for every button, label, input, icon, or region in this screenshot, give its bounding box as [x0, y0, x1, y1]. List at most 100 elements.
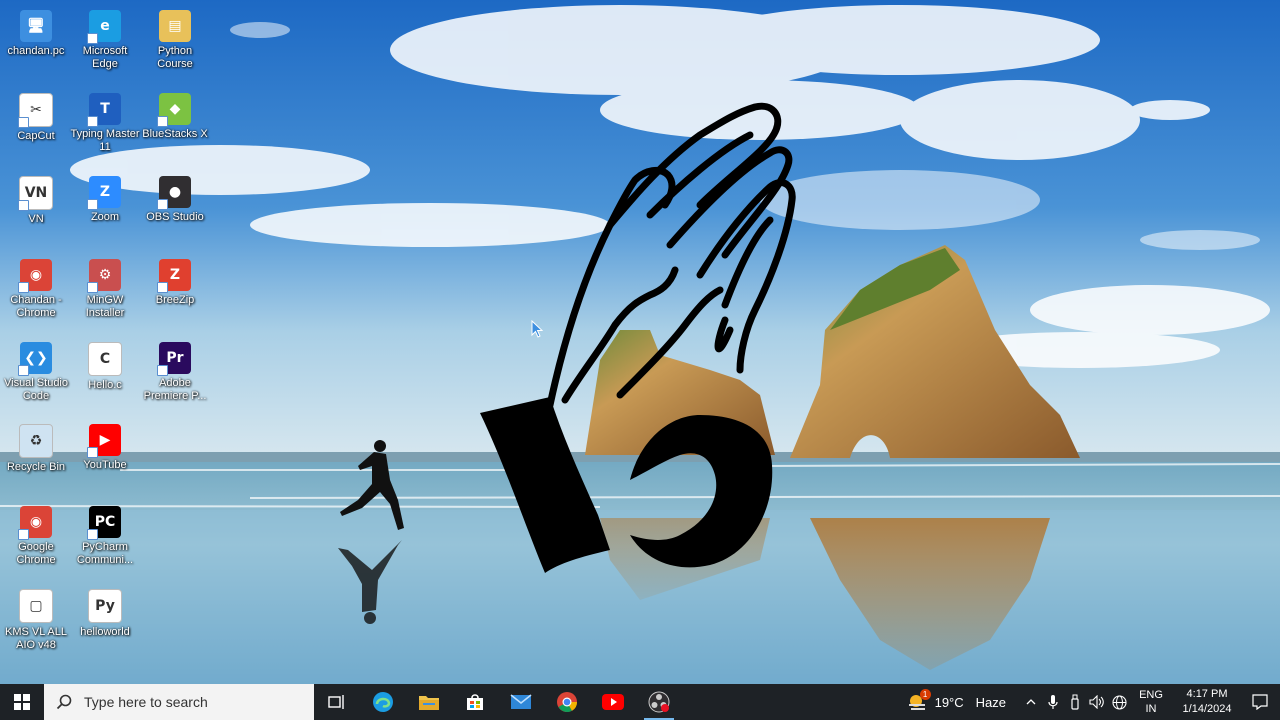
desktop-icon-label: YouTube [83, 459, 127, 471]
chrome-icon: ◉ [18, 506, 52, 540]
chrome-icon [557, 692, 578, 713]
weather-widget[interactable]: 1 19°C Haze [907, 689, 1006, 712]
usb-tray-button[interactable] [1064, 684, 1086, 720]
task-view-icon [328, 695, 344, 709]
desktop-icon-vn[interactable]: VN VN [0, 170, 72, 246]
desktop-icon-mingw-installer[interactable]: ⚙ MinGW Installer [69, 253, 141, 329]
desktop-icon-label: CapCut [17, 130, 55, 142]
usb-drive-icon [1071, 694, 1079, 710]
this-pc-icon: 🖥 [20, 10, 52, 42]
desktop-icon-pycharm-communi[interactable]: PC PyCharm Communi... [69, 500, 141, 576]
system-tray: 1 19°C Haze ENG IN 4:17 PM 1/14/2024 [907, 684, 1280, 720]
taskbar-search-box[interactable] [44, 684, 314, 720]
script-file-icon: ▢ [19, 589, 53, 623]
desktop-icon-label: Recycle Bin [6, 461, 66, 473]
pycharm-icon: PC [87, 506, 121, 540]
chevron-up-icon [1026, 699, 1036, 705]
microphone-icon [1048, 695, 1058, 709]
edge-icon [373, 692, 393, 712]
desktop-icon-typing-master-11[interactable]: T Typing Master 11 [69, 87, 141, 163]
vn-icon: VN [18, 176, 53, 211]
language-region: IN [1145, 703, 1157, 715]
search-icon [56, 694, 72, 710]
desktop-icon-recycle-bin[interactable]: ♻ Recycle Bin [0, 418, 72, 494]
task-view-button[interactable] [314, 684, 360, 720]
desktop-icon-label: Chandan - Chrome [10, 294, 62, 319]
desktop-icon-visual-studio-code[interactable]: ❮❯ Visual Studio Code [0, 336, 72, 412]
breezip-icon: Z [157, 259, 191, 293]
taskbar-mail[interactable] [498, 684, 544, 720]
globe-network-icon [1111, 694, 1127, 710]
youtube-icon: ▶ [87, 424, 121, 458]
desktop-icon-chandan-pc[interactable]: 🖥 chandan.pc [0, 4, 72, 80]
taskbar-obs[interactable] [636, 684, 682, 720]
action-center-button[interactable] [1240, 684, 1280, 720]
language-code: ENG [1139, 689, 1163, 701]
taskbar-file-explorer[interactable] [406, 684, 452, 720]
volume-tray-button[interactable] [1086, 684, 1108, 720]
desktop-icon-youtube[interactable]: ▶ YouTube [69, 418, 141, 494]
desktop-icon-capcut[interactable]: ✂ CapCut [0, 87, 72, 163]
network-tray-button[interactable] [1108, 684, 1130, 720]
desktop-icon-label: BlueStacks X [142, 128, 208, 140]
desktop-icon-chandan-chrome[interactable]: ◉ Chandan - Chrome [0, 253, 72, 329]
microphone-tray-button[interactable] [1042, 684, 1064, 720]
desktop-icon-label: KMS VL ALL AIO v48 [5, 626, 67, 651]
desktop-icon-microsoft-edge[interactable]: e Microsoft Edge [69, 4, 141, 80]
speaker-icon [1089, 695, 1104, 709]
zoom-icon: Z [87, 176, 121, 210]
show-hidden-icons-button[interactable] [1020, 684, 1042, 720]
desktop-icon-python-course[interactable]: ▤ Python Course [139, 4, 211, 80]
desktop-icon-label: PyCharm Communi... [76, 541, 134, 566]
taskbar-edge[interactable] [360, 684, 406, 720]
recycle-bin-icon: ♻ [19, 424, 53, 458]
desktop-icon-label: Microsoft Edge [82, 45, 128, 70]
desktop-icon-label: chandan.pc [7, 45, 65, 57]
desktop-icon-label: helloworld [80, 626, 130, 638]
desktop-icon-bluestacks-x[interactable]: ◆ BlueStacks X [139, 87, 211, 163]
desktop-icon-adobe-premiere-p[interactable]: Pr Adobe Premiere P... [139, 336, 211, 412]
c-file-icon: C [88, 342, 122, 376]
windows-logo-icon [14, 694, 30, 710]
desktop-icon-label: Google Chrome [16, 541, 56, 566]
desktop-icon-kms-vl-all-aio-v48[interactable]: ▢ KMS VL ALL AIO v48 [0, 583, 72, 659]
chrome-profile-icon: ◉ [18, 259, 52, 293]
desktop-icon-label: Typing Master 11 [70, 128, 140, 153]
desktop-icon-label: Visual Studio Code [3, 377, 68, 402]
obs-icon [648, 691, 670, 713]
desktop-icon-zoom[interactable]: Z Zoom [69, 170, 141, 246]
desktop-icon-label: Adobe Premiere P... [143, 377, 207, 402]
taskbar-store[interactable] [452, 684, 498, 720]
weather-alert-badge: 1 [919, 689, 931, 700]
notification-icon [1252, 694, 1268, 710]
file-explorer-icon [419, 696, 439, 710]
clock-date: 1/14/2024 [1182, 703, 1232, 715]
mail-icon [510, 694, 532, 709]
vscode-icon: ❮❯ [18, 342, 52, 376]
weather-temperature: 19°C [934, 694, 964, 710]
praying-hands-graphic [470, 95, 810, 590]
desktop-icon-label: BreeZip [155, 294, 195, 306]
weather-condition: Haze [975, 694, 1006, 710]
input-language-indicator[interactable]: ENG IN [1134, 688, 1168, 716]
desktop-icon-helloworld[interactable]: Py helloworld [69, 583, 141, 659]
desktop-icon-breezip[interactable]: Z BreeZip [139, 253, 211, 329]
mingw-icon: ⚙ [87, 259, 121, 293]
desktop-icon-label: OBS Studio [146, 211, 204, 223]
store-icon [467, 694, 483, 710]
search-input[interactable] [82, 693, 306, 711]
taskbar: 1 19°C Haze [0, 684, 1280, 720]
start-button[interactable] [0, 684, 44, 720]
clock-time: 4:17 PM [1186, 688, 1228, 700]
mouse-cursor-icon [531, 319, 544, 343]
capcut-icon: ✂ [18, 93, 53, 128]
taskbar-chrome[interactable] [544, 684, 590, 720]
typing-master-icon: T [87, 93, 121, 127]
desktop-icon-google-chrome[interactable]: ◉ Google Chrome [0, 500, 72, 576]
taskbar-youtube[interactable] [590, 684, 636, 720]
desktop-icon-hello-c[interactable]: C Hello.c [69, 336, 141, 412]
desktop-icon-obs-studio[interactable]: ● OBS Studio [139, 170, 211, 246]
desktop-icon-label: VN [28, 213, 44, 225]
desktop-icon-label: Zoom [90, 211, 120, 223]
taskbar-clock[interactable]: 4:17 PM 1/14/2024 [1174, 687, 1240, 717]
